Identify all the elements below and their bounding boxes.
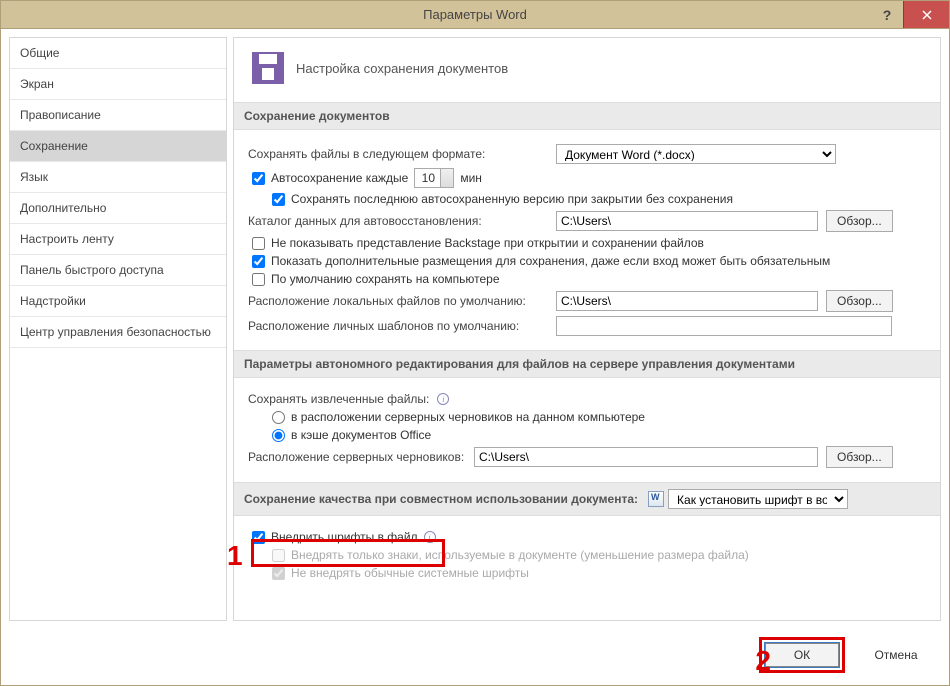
cancel-button[interactable]: Отмена [859, 643, 933, 667]
autosave-label: Автосохранение каждые [271, 171, 408, 185]
window-title: Параметры Word [1, 7, 949, 22]
footer: 2 ОК Отмена [1, 629, 949, 685]
no-system-label: Не внедрять обычные системные шрифты [291, 566, 529, 580]
section-save-docs-header: Сохранение документов [234, 102, 940, 130]
save-format-select[interactable]: Документ Word (*.docx) [556, 144, 836, 164]
sidebar-item-label: Правописание [20, 108, 101, 122]
office-cache-label: в кэше документов Office [291, 428, 431, 442]
save-computer-checkbox[interactable] [252, 273, 265, 286]
show-additional-label: Показать дополнительные размещения для с… [271, 254, 830, 268]
sidebar-item-label: Настроить ленту [20, 232, 114, 246]
close-button[interactable] [903, 1, 949, 28]
info-icon: i [437, 393, 449, 405]
fidelity-doc-select[interactable]: Как установить шрифт в ворд [668, 489, 848, 509]
autosave-checkbox[interactable] [252, 172, 265, 185]
sidebar-item-proofing[interactable]: Правописание [10, 100, 226, 131]
help-button[interactable]: ? [871, 1, 903, 28]
sidebar-item-label: Дополнительно [20, 201, 106, 215]
server-drafts-label: в расположении серверных черновиков на д… [291, 410, 645, 424]
embed-fonts-checkbox[interactable] [252, 531, 265, 544]
titlebar-controls: ? [871, 1, 949, 28]
sidebar-item-label: Сохранение [20, 139, 88, 153]
sidebar-item-qat[interactable]: Панель быстрого доступа [10, 255, 226, 286]
fidelity-title: Сохранение качества при совместном испол… [244, 492, 638, 506]
sidebar-item-label: Общие [20, 46, 59, 60]
sidebar-item-language[interactable]: Язык [10, 162, 226, 193]
no-system-checkbox [272, 567, 285, 580]
sidebar-item-display[interactable]: Экран [10, 69, 226, 100]
drafts-browse-button[interactable]: Обзор... [826, 446, 893, 468]
no-backstage-label: Не показывать представление Backstage пр… [271, 236, 704, 250]
sidebar-item-addins[interactable]: Надстройки [10, 286, 226, 317]
sidebar-item-general[interactable]: Общие [10, 38, 226, 69]
sidebar-item-label: Язык [20, 170, 48, 184]
keep-last-label: Сохранять последнюю автосохраненную верс… [291, 192, 733, 206]
no-backstage-checkbox[interactable] [252, 237, 265, 250]
autosave-unit: мин [460, 171, 482, 185]
embed-used-checkbox [272, 549, 285, 562]
sidebar-item-label: Панель быстрого доступа [20, 263, 164, 277]
titlebar: Параметры Word ? [1, 1, 949, 29]
options-window: Параметры Word ? Общие Экран Правописани… [0, 0, 950, 686]
autorecover-label: Каталог данных для автовосстановления: [248, 214, 548, 228]
local-files-input[interactable] [556, 291, 818, 311]
embed-fonts-label: Внедрить шрифты в файл [271, 530, 418, 544]
save-computer-label: По умолчанию сохранять на компьютере [271, 272, 500, 286]
ok-button[interactable]: ОК [765, 643, 839, 667]
show-additional-checkbox[interactable] [252, 255, 265, 268]
save-icon [252, 52, 284, 84]
sidebar-item-label: Центр управления безопасностью [20, 325, 211, 339]
info-icon: i [424, 531, 436, 543]
highlight-box-ok: ОК [759, 637, 845, 673]
autosave-value: 10 [422, 171, 435, 185]
main-header: Настройка сохранения документов [234, 38, 940, 102]
sidebar-item-label: Экран [20, 77, 54, 91]
close-icon [922, 10, 932, 20]
save-format-label: Сохранять файлы в следующем формате: [248, 147, 548, 161]
save-extracted-label: Сохранять извлеченные файлы: [248, 392, 429, 406]
personal-templates-label: Расположение личных шаблонов по умолчани… [248, 319, 548, 333]
server-drafts-radio[interactable] [272, 411, 285, 424]
section-fidelity-body: Внедрить шрифты в файл i Внедрять только… [234, 516, 940, 594]
autosave-minutes-stepper[interactable]: 10 [414, 168, 454, 188]
sidebar-item-label: Надстройки [20, 294, 86, 308]
dialog-body: Общие Экран Правописание Сохранение Язык… [1, 29, 949, 629]
section-save-docs-body: Сохранять файлы в следующем формате: Док… [234, 130, 940, 350]
section-offline-body: Сохранять извлеченные файлы: i в располо… [234, 378, 940, 482]
autorecover-path-input[interactable] [556, 211, 818, 231]
section-offline-header: Параметры автономного редактирования для… [234, 350, 940, 378]
document-icon [648, 491, 664, 507]
personal-templates-input[interactable] [556, 316, 892, 336]
local-files-label: Расположение локальных файлов по умолчан… [248, 294, 548, 308]
sidebar-item-trust[interactable]: Центр управления безопасностью [10, 317, 226, 348]
sidebar-item-advanced[interactable]: Дополнительно [10, 193, 226, 224]
embed-used-label: Внедрять только знаки, используемые в до… [291, 548, 749, 562]
keep-last-checkbox[interactable] [272, 193, 285, 206]
sidebar: Общие Экран Правописание Сохранение Язык… [9, 37, 227, 621]
drafts-label: Расположение серверных черновиков: [248, 450, 466, 464]
section-fidelity-header: Сохранение качества при совместном испол… [234, 482, 940, 516]
main-panel: Настройка сохранения документов Сохранен… [233, 37, 941, 621]
drafts-path-input[interactable] [474, 447, 818, 467]
office-cache-radio[interactable] [272, 429, 285, 442]
main-header-text: Настройка сохранения документов [296, 61, 508, 76]
sidebar-item-ribbon[interactable]: Настроить ленту [10, 224, 226, 255]
local-files-browse-button[interactable]: Обзор... [826, 290, 893, 312]
autorecover-browse-button[interactable]: Обзор... [826, 210, 893, 232]
sidebar-item-save[interactable]: Сохранение [10, 131, 226, 162]
